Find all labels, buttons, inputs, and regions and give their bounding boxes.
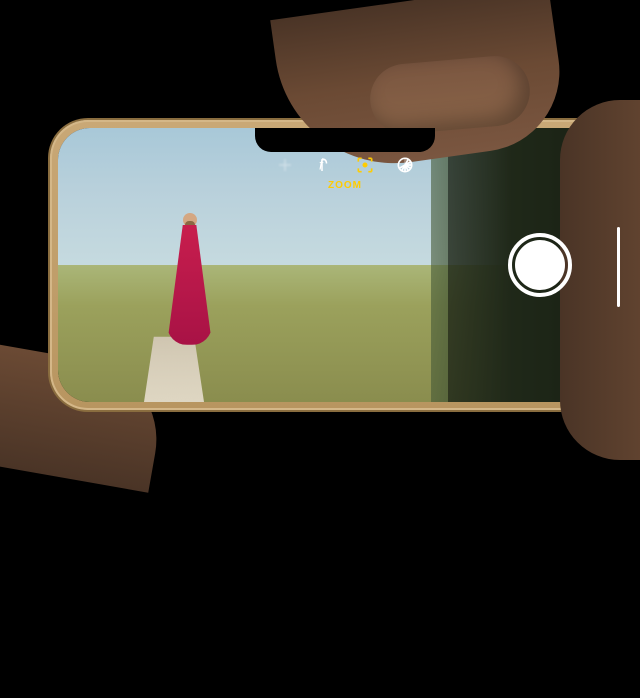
notch [255, 128, 435, 152]
scene-person [167, 213, 212, 353]
filters-icon[interactable] [394, 154, 416, 176]
phone-frame: f ZOOM [50, 120, 640, 410]
zoom-label: ZOOM [328, 180, 362, 191]
focal-length-icon[interactable]: f [314, 154, 336, 176]
shutter-button[interactable] [508, 233, 572, 297]
shutter-button-inner [515, 240, 565, 290]
phone-screen: f ZOOM [58, 128, 632, 402]
mode-wheel-indicator[interactable] [617, 227, 620, 307]
depth-control-icon[interactable] [354, 154, 376, 176]
exposure-icon[interactable] [274, 154, 296, 176]
